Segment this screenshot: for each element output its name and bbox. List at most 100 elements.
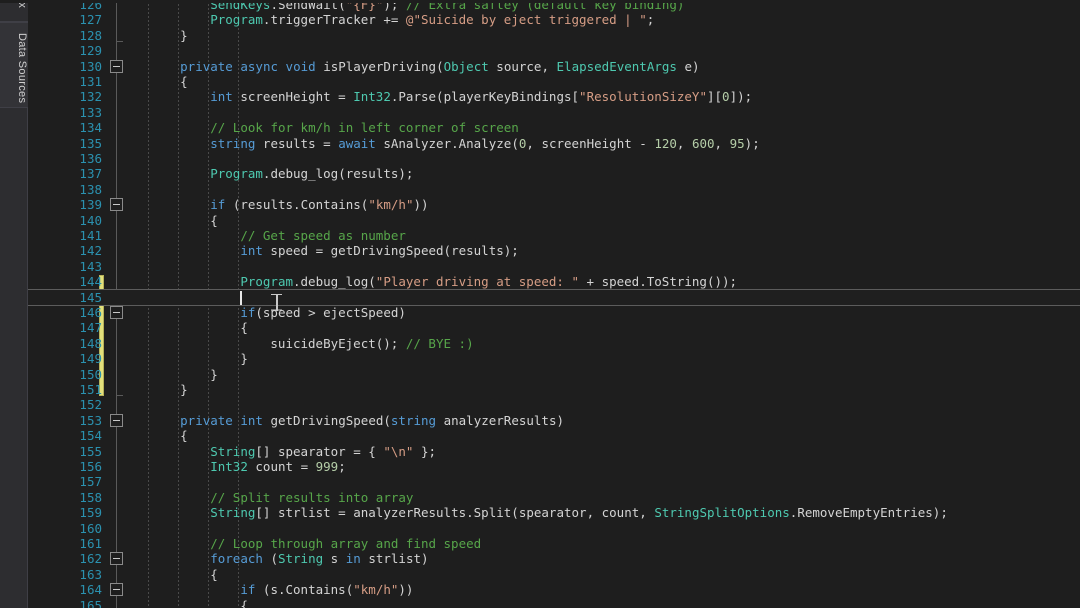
- code-text[interactable]: }: [210, 367, 218, 382]
- code-line[interactable]: 154 {: [28, 428, 1080, 443]
- code-line[interactable]: 132 int screenHeight = Int32.Parse(player…: [28, 89, 1080, 104]
- code-editor-window: ox Data Sources 126 SendKeys.SendWait("{F…: [0, 0, 1080, 608]
- code-line[interactable]: 162 foreach (String s in strlist): [28, 551, 1080, 566]
- code-line[interactable]: 133: [28, 105, 1080, 120]
- code-line[interactable]: 146 if(speed > ejectSpeed): [28, 305, 1080, 320]
- code-line[interactable]: 151}: [28, 382, 1080, 397]
- line-number: 144: [79, 274, 102, 290]
- code-text[interactable]: }: [180, 28, 188, 43]
- line-number: 135: [79, 135, 102, 151]
- code-line[interactable]: 131 {: [28, 74, 1080, 89]
- code-text[interactable]: {: [240, 598, 248, 608]
- code-line[interactable]: 138: [28, 182, 1080, 197]
- code-line[interactable]: 127 Program.triggerTracker += @"Suicide b…: [28, 12, 1080, 27]
- code-line[interactable]: 130 private async void isPlayerDriving(Ob…: [28, 59, 1080, 74]
- line-number: 132: [79, 89, 102, 105]
- code-line[interactable]: 163 {: [28, 567, 1080, 582]
- code-text[interactable]: if(speed > ejectSpeed): [240, 305, 406, 320]
- line-number: 154: [79, 428, 102, 444]
- line-number: 157: [79, 474, 102, 490]
- code-line[interactable]: 128}: [28, 28, 1080, 43]
- code-text[interactable]: }: [180, 382, 188, 397]
- code-lines[interactable]: 126 SendKeys.SendWait("{F}"); // Extra sa…: [28, 0, 1080, 608]
- line-number: 153: [79, 412, 102, 428]
- code-text[interactable]: String[] spearator = { "\n" };: [210, 444, 436, 459]
- line-number: 164: [79, 582, 102, 598]
- line-number: 165: [79, 597, 102, 608]
- code-line[interactable]: 159 String[] strlist = analyzerResults.Sp…: [28, 505, 1080, 520]
- code-text[interactable]: {: [180, 74, 188, 89]
- code-line[interactable]: 155 String[] spearator = { "\n" };: [28, 444, 1080, 459]
- sidebar-item-toolbox[interactable]: ox: [0, 0, 28, 22]
- code-line[interactable]: 157: [28, 474, 1080, 489]
- code-text[interactable]: if (s.Contains("km/h")): [240, 582, 413, 597]
- code-text[interactable]: {: [210, 567, 218, 582]
- code-line[interactable]: 164 if (s.Contains("km/h")): [28, 582, 1080, 597]
- code-text[interactable]: // Split results into array: [210, 490, 413, 505]
- code-line[interactable]: 147 {: [28, 320, 1080, 335]
- code-text[interactable]: private int getDrivingSpeed(string analy…: [180, 413, 564, 428]
- code-line[interactable]: 142 int speed = getDrivingSpeed(results);: [28, 243, 1080, 258]
- code-line[interactable]: 153 private int getDrivingSpeed(string an…: [28, 413, 1080, 428]
- code-text[interactable]: // Look for km/h in left corner of scree…: [210, 120, 519, 135]
- line-number: 155: [79, 443, 102, 459]
- code-line[interactable]: 148 suicideByEject(); // BYE :): [28, 336, 1080, 351]
- sidebar-item-data-sources[interactable]: Data Sources: [0, 22, 28, 108]
- code-text[interactable]: Program.debug_log("Player driving at spe…: [240, 274, 737, 289]
- code-line[interactable]: 149}: [28, 351, 1080, 366]
- line-number: 161: [79, 536, 102, 551]
- line-number: 143: [79, 258, 102, 274]
- code-text[interactable]: Program.triggerTracker += @"Suicide by e…: [210, 12, 654, 27]
- code-text[interactable]: }: [240, 351, 248, 366]
- line-number: 147: [79, 320, 102, 336]
- code-text[interactable]: suicideByEject(); // BYE :): [270, 336, 473, 351]
- line-number: 150: [79, 366, 102, 382]
- code-line[interactable]: 134 // Look for km/h in left corner of sc…: [28, 120, 1080, 135]
- code-line[interactable]: 135 string results = await sAnalyzer.Anal…: [28, 136, 1080, 151]
- line-number: 128: [79, 27, 102, 43]
- code-text[interactable]: string results = await sAnalyzer.Analyze…: [210, 136, 760, 151]
- code-line[interactable]: 140 {: [28, 213, 1080, 228]
- line-number: 163: [79, 566, 102, 582]
- code-line[interactable]: 158 // Split results into array: [28, 490, 1080, 505]
- code-text[interactable]: Int32 count = 999;: [210, 459, 346, 474]
- code-text[interactable]: foreach (String s in strlist): [210, 551, 428, 566]
- line-number: 160: [79, 520, 102, 536]
- code-text[interactable]: int screenHeight = Int32.Parse(playerKey…: [210, 89, 752, 104]
- line-number: 149: [79, 351, 102, 367]
- code-text[interactable]: private async void isPlayerDriving(Objec…: [180, 59, 699, 74]
- code-line[interactable]: 152: [28, 397, 1080, 412]
- code-text[interactable]: int speed = getDrivingSpeed(results);: [240, 243, 519, 258]
- code-text[interactable]: // Get speed as number: [240, 228, 406, 243]
- code-line[interactable]: 141 // Get speed as number: [28, 228, 1080, 243]
- code-line[interactable]: 150}: [28, 367, 1080, 382]
- code-line[interactable]: 137 Program.debug_log(results);: [28, 166, 1080, 181]
- line-number: 156: [79, 459, 102, 474]
- line-number: 141: [79, 228, 102, 243]
- editor-top-edge: [0, 0, 1080, 3]
- code-line[interactable]: 160: [28, 521, 1080, 536]
- line-number: 139: [79, 197, 102, 213]
- code-line[interactable]: 165 {: [28, 598, 1080, 608]
- line-number: 137: [79, 166, 102, 182]
- editor-surface[interactable]: 126 SendKeys.SendWait("{F}"); // Extra sa…: [28, 0, 1080, 608]
- code-text[interactable]: if (results.Contains("km/h")): [210, 197, 428, 212]
- code-line[interactable]: 161 // Loop through array and find speed: [28, 536, 1080, 551]
- code-text[interactable]: String[] strlist = analyzerResults.Split…: [210, 505, 948, 520]
- code-line[interactable]: 143: [28, 259, 1080, 274]
- code-text[interactable]: {: [180, 428, 188, 443]
- code-line[interactable]: 145: [28, 290, 1080, 305]
- code-text[interactable]: // Loop through array and find speed: [210, 536, 481, 551]
- code-line[interactable]: 136: [28, 151, 1080, 166]
- code-text[interactable]: {: [240, 320, 248, 335]
- line-number: 145: [79, 289, 102, 305]
- code-line[interactable]: 139 if (results.Contains("km/h")): [28, 197, 1080, 212]
- code-line[interactable]: 129: [28, 43, 1080, 58]
- line-number: 140: [79, 212, 102, 228]
- code-line[interactable]: 156 Int32 count = 999;: [28, 459, 1080, 474]
- code-text[interactable]: Program.debug_log(results);: [210, 166, 413, 181]
- line-number: 131: [79, 74, 102, 89]
- code-line[interactable]: 144 Program.debug_log("Player driving at …: [28, 274, 1080, 289]
- line-number: 146: [79, 305, 102, 320]
- code-text[interactable]: {: [210, 213, 218, 228]
